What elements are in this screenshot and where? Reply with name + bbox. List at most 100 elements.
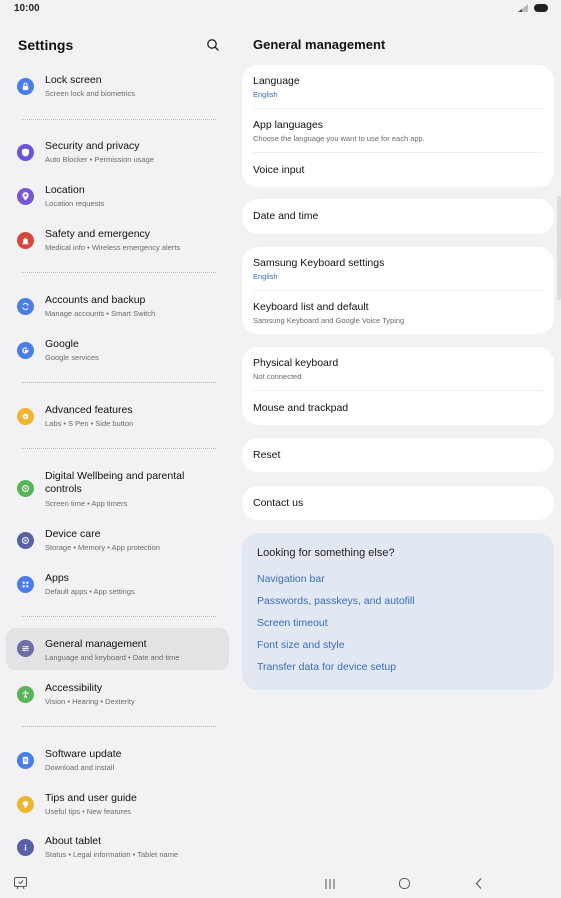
item-subtitle: Auto Blocker • Permission usage xyxy=(45,155,154,164)
status-time: 10:00 xyxy=(14,3,40,14)
item-title: Device care xyxy=(45,528,101,540)
home-icon[interactable] xyxy=(398,877,411,890)
suggestion-link-passwords[interactable]: Passwords, passkeys, and autofill xyxy=(257,595,415,607)
item-subtitle: Medical info • Wireless emergency alerts xyxy=(45,243,181,252)
sidebar-item-digital-wellbeing[interactable]: Digital Wellbeing and parental controls … xyxy=(6,462,229,518)
row-samsung-keyboard-settings[interactable]: Samsung Keyboard settings English xyxy=(253,257,543,281)
card-date-time: Date and time xyxy=(242,199,554,234)
suggestions-title: Looking for something else? xyxy=(257,547,395,559)
item-title: Apps xyxy=(45,572,69,584)
row-reset[interactable]: Reset xyxy=(253,449,543,461)
item-title: Location xyxy=(45,184,85,196)
suggestion-link-screen-timeout[interactable]: Screen timeout xyxy=(257,617,328,629)
sidebar-item-tips[interactable]: Tips and user guide Useful tips • New fe… xyxy=(6,784,229,826)
row-voice-input[interactable]: Voice input xyxy=(253,164,543,176)
search-icon[interactable] xyxy=(204,36,222,54)
sync-icon xyxy=(17,298,34,315)
sidebar-item-accessibility[interactable]: Accessibility Vision • Hearing • Dexteri… xyxy=(6,674,229,716)
sidebar-item-apps[interactable]: Apps Default apps • App settings xyxy=(6,564,229,606)
lock-icon xyxy=(17,78,34,95)
sidebar-item-location[interactable]: Location Location requests xyxy=(6,176,229,218)
navigation-bar xyxy=(0,868,561,898)
sidebar-item-advanced-features[interactable]: Advanced features Labs • S Pen • Side bu… xyxy=(6,396,229,438)
item-subtitle: Screen lock and biometrics xyxy=(45,89,136,98)
item-title: About tablet xyxy=(45,835,102,847)
sidebar-item-about-tablet[interactable]: About tablet Status • Legal information … xyxy=(6,827,229,869)
gear-plus-icon xyxy=(17,408,34,425)
item-subtitle: Language and keyboard • Date and time xyxy=(45,653,180,662)
item-title: Accounts and backup xyxy=(45,294,146,306)
scrollbar[interactable] xyxy=(557,196,561,300)
item-title: Google xyxy=(45,338,79,350)
wellbeing-icon xyxy=(17,480,34,497)
item-subtitle: Default apps • App settings xyxy=(45,587,135,596)
status-bar: 10:00 xyxy=(0,0,561,18)
keyboard-toggle-icon[interactable] xyxy=(13,876,29,890)
row-contact-us[interactable]: Contact us xyxy=(253,497,543,509)
card-physical-input: Physical keyboard Not connected Mouse an… xyxy=(242,347,554,425)
row-app-languages[interactable]: App languages Choose the language you wa… xyxy=(253,119,543,143)
alert-icon xyxy=(17,232,34,249)
signal-icon xyxy=(518,4,528,12)
row-title: Mouse and trackpad xyxy=(253,402,349,414)
google-icon xyxy=(17,342,34,359)
item-subtitle: Manage accounts • Smart Switch xyxy=(45,309,156,318)
sidebar-item-safety[interactable]: Safety and emergency Medical info • Wire… xyxy=(6,220,229,262)
row-title: Reset xyxy=(253,449,281,461)
card-language-input: Language English App languages Choose th… xyxy=(242,65,554,187)
item-subtitle: Useful tips • New features xyxy=(45,807,131,816)
suggestions-panel: Looking for something else? Navigation b… xyxy=(242,533,554,690)
row-keyboard-list[interactable]: Keyboard list and default Samsung Keyboa… xyxy=(253,301,543,325)
row-date-and-time[interactable]: Date and time xyxy=(253,210,543,222)
sidebar-item-security[interactable]: Security and privacy Auto Blocker • Perm… xyxy=(6,132,229,174)
item-subtitle: Google services xyxy=(45,353,99,362)
sidebar-item-general-management[interactable]: General management Language and keyboard… xyxy=(6,628,229,670)
divider xyxy=(21,616,216,617)
row-subtitle: English xyxy=(253,90,278,99)
row-title: Date and time xyxy=(253,210,319,222)
row-separator xyxy=(253,390,543,391)
row-physical-keyboard[interactable]: Physical keyboard Not connected xyxy=(253,357,543,381)
item-subtitle: Download and install xyxy=(45,763,115,772)
info-icon xyxy=(17,839,34,856)
sidebar-item-device-care[interactable]: Device care Storage • Memory • App prote… xyxy=(6,520,229,562)
sidebar-item-google[interactable]: Google Google services xyxy=(6,330,229,372)
back-icon[interactable] xyxy=(473,877,485,890)
accessibility-icon xyxy=(17,686,34,703)
row-title: Keyboard list and default xyxy=(253,301,369,313)
row-language[interactable]: Language English xyxy=(253,75,543,99)
row-title: Contact us xyxy=(253,497,304,509)
sidebar-item-accounts[interactable]: Accounts and backup Manage accounts • Sm… xyxy=(6,286,229,328)
item-subtitle: Status • Legal information • Tablet name xyxy=(45,850,179,859)
location-pin-icon xyxy=(17,188,34,205)
sidebar-item-lock-screen[interactable]: Lock screen Screen lock and biometrics xyxy=(6,66,229,108)
card-reset: Reset xyxy=(242,438,554,472)
shield-icon xyxy=(17,144,34,161)
row-mouse-and-trackpad[interactable]: Mouse and trackpad xyxy=(253,402,543,414)
item-title: Tips and user guide xyxy=(45,792,137,804)
divider xyxy=(21,382,216,383)
card-contact-us: Contact us xyxy=(242,486,554,520)
sliders-icon xyxy=(17,640,34,657)
suggestion-link-font-size[interactable]: Font size and style xyxy=(257,639,345,651)
row-title: Language xyxy=(253,75,300,87)
update-icon xyxy=(17,752,34,769)
item-subtitle: Vision • Hearing • Dexterity xyxy=(45,697,135,706)
row-separator xyxy=(253,290,543,291)
battery-icon xyxy=(534,4,548,12)
divider xyxy=(21,726,216,727)
row-title: Voice input xyxy=(253,164,305,176)
suggestion-link-navigation-bar[interactable]: Navigation bar xyxy=(257,573,325,585)
item-subtitle: Labs • S Pen • Side button xyxy=(45,419,134,428)
divider xyxy=(21,272,216,273)
suggestion-link-transfer-data[interactable]: Transfer data for device setup xyxy=(257,661,396,673)
sidebar-item-software-update[interactable]: Software update Download and install xyxy=(6,740,229,782)
row-title: Samsung Keyboard settings xyxy=(253,257,385,269)
item-title: Digital Wellbeing and parental controls xyxy=(45,470,185,495)
device-care-icon xyxy=(17,532,34,549)
row-title: Physical keyboard xyxy=(253,357,339,369)
row-subtitle: Not connected xyxy=(253,372,302,381)
status-icons xyxy=(508,3,548,15)
item-title: Safety and emergency xyxy=(45,228,151,240)
recent-apps-icon[interactable] xyxy=(323,878,337,890)
